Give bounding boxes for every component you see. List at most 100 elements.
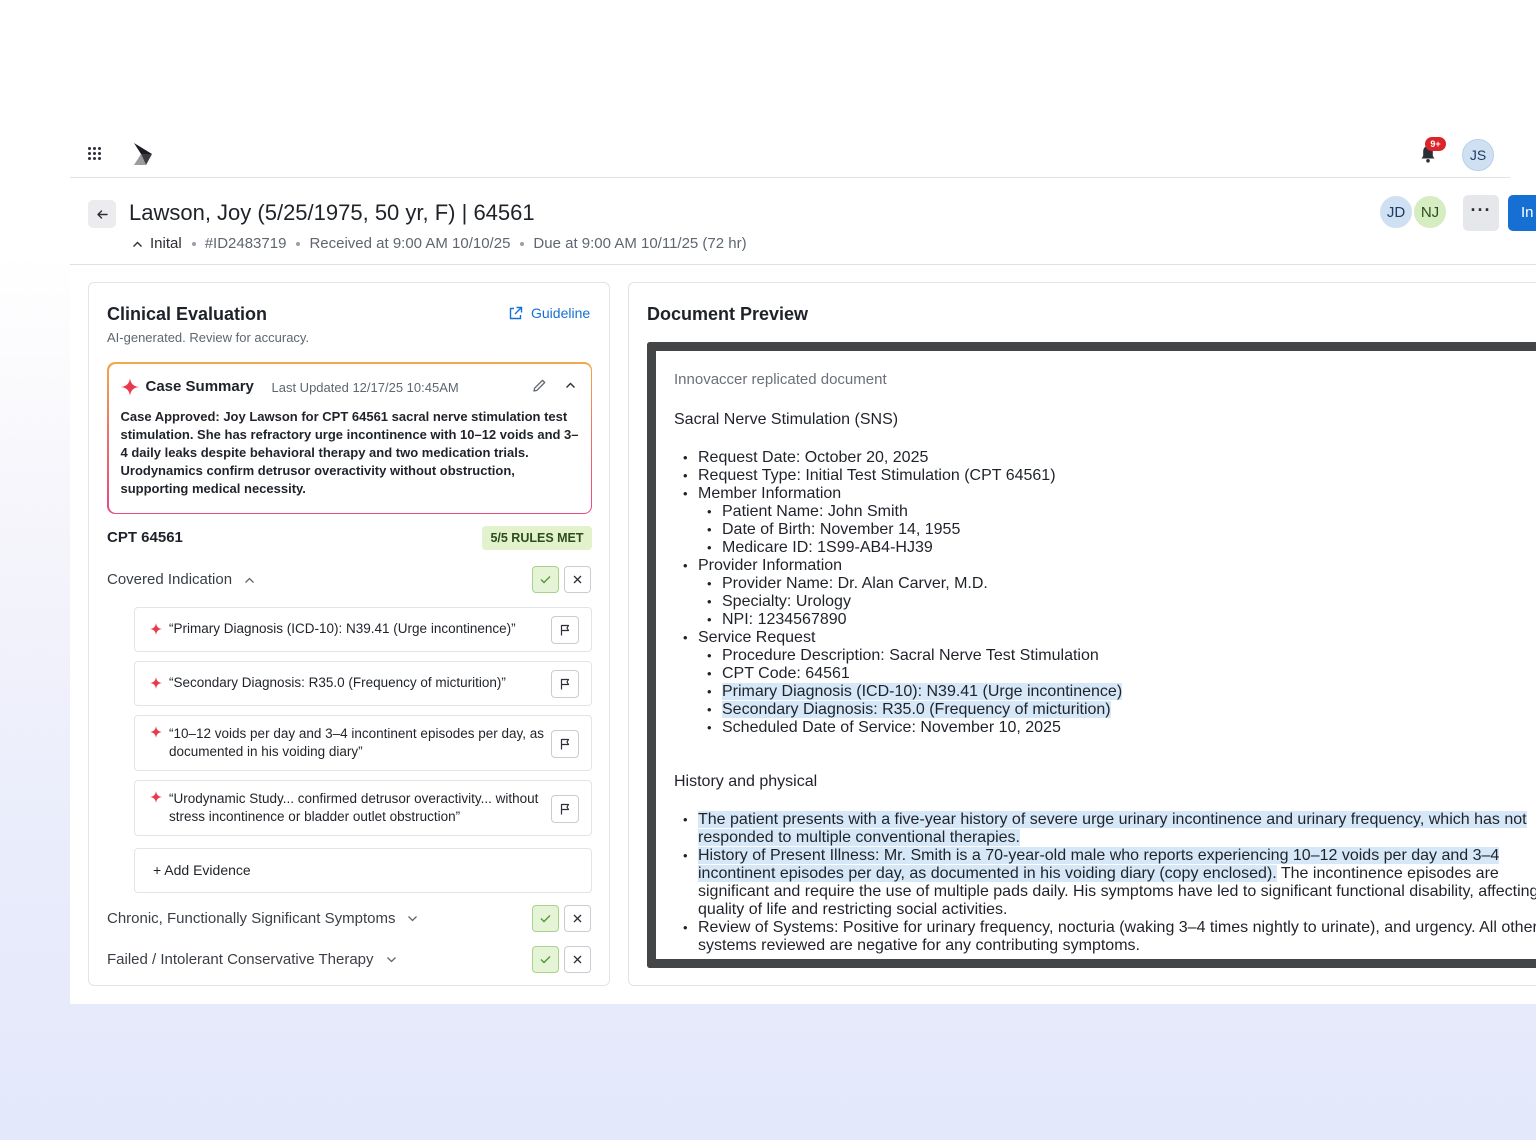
- close-icon: [573, 955, 582, 964]
- criterion-label: Covered Indication: [107, 571, 233, 588]
- highlighted-evidence[interactable]: The patient presents with a five-year hi…: [698, 811, 1527, 846]
- document-content: Innovaccer replicated document Sacral Ne…: [674, 371, 1536, 955]
- case-id: #ID2483719: [204, 235, 287, 252]
- close-icon: [573, 575, 582, 584]
- criterion-label: Failed / Intolerant Conservative Therapy: [107, 951, 374, 968]
- list-item: Service Request Procedure Description: S…: [674, 629, 1536, 737]
- received-time: Received at 9:00 AM 10/10/25: [309, 235, 511, 252]
- top-bar: 9+ JS: [70, 130, 1510, 178]
- criterion-failed-therapy: Failed / Intolerant Conservative Therapy: [107, 946, 592, 974]
- criterion-toggle[interactable]: Failed / Intolerant Conservative Therapy: [107, 951, 397, 968]
- assignee-avatar-jd[interactable]: JD: [1378, 194, 1414, 230]
- approve-criterion-button[interactable]: [532, 905, 559, 932]
- more-options-button[interactable]: ···: [1463, 195, 1499, 231]
- history-heading: History and physical: [674, 773, 818, 790]
- criterion-toggle[interactable]: Covered Indication: [107, 571, 255, 588]
- case-summary-title: Case Summary: [145, 377, 254, 395]
- chevron-up-icon: [245, 577, 255, 583]
- guideline-link[interactable]: Guideline: [508, 305, 590, 321]
- request-details-list: Request Date: October 20, 2025 Request T…: [674, 449, 1536, 737]
- evidence-text[interactable]: “Primary Diagnosis (ICD-10): N39.41 (Urg…: [169, 620, 544, 638]
- criterion-label: Chronic, Functionally Significant Sympto…: [107, 910, 396, 927]
- list-item: Scheduled Date of Service: November 10, …: [698, 719, 1536, 737]
- list-item: Specialty: Urology: [698, 593, 1536, 611]
- evidence-text[interactable]: “Urodynamic Study... confirmed detrusor …: [169, 790, 544, 826]
- section-label: Member Information: [698, 485, 842, 502]
- case-summary-updated: Last Updated 12/17/25 10:45AM: [271, 379, 459, 395]
- list-item: Primary Diagnosis (ICD-10): N39.41 (Urge…: [698, 683, 1536, 701]
- document-heading: Sacral Nerve Stimulation (SNS): [674, 411, 899, 428]
- list-item: Date of Birth: November 14, 1955: [698, 521, 1536, 539]
- chevron-down-icon: [408, 915, 418, 921]
- evidence-text[interactable]: “10–12 voids per day and 3–4 incontinent…: [169, 725, 544, 761]
- document-preview-panel: Document Preview Innovaccer replicated d…: [628, 282, 1536, 986]
- clinical-evaluation-subtitle: AI-generated. Review for accuracy.: [107, 330, 310, 345]
- flag-evidence-button[interactable]: [551, 795, 579, 823]
- approve-criterion-button[interactable]: [532, 946, 559, 973]
- evidence-item: “10–12 voids per day and 3–4 incontinent…: [134, 715, 592, 771]
- history-list: The patient presents with a five-year hi…: [674, 811, 1536, 955]
- check-icon: [540, 956, 551, 964]
- app-grid-icon[interactable]: [88, 147, 101, 160]
- due-time: Due at 9:00 AM 10/11/25 (72 hr): [533, 235, 747, 252]
- list-item: Request Type: Initial Test Stimulation (…: [674, 467, 1536, 485]
- ai-sparkle-icon: [150, 623, 162, 635]
- flag-evidence-button[interactable]: [551, 616, 579, 644]
- separator-dot: [520, 241, 525, 246]
- cpt-code-label: CPT 64561: [107, 529, 183, 546]
- highlighted-evidence[interactable]: Secondary Diagnosis: R35.0 (Frequency of…: [722, 701, 1111, 718]
- notification-count-badge: 9+: [1425, 137, 1446, 151]
- reject-criterion-button[interactable]: [564, 905, 591, 932]
- reject-criterion-button[interactable]: [564, 566, 591, 593]
- check-icon: [540, 576, 551, 584]
- add-evidence-button[interactable]: + Add Evidence: [134, 848, 592, 893]
- edit-pencil-icon[interactable]: [532, 378, 547, 393]
- section-label: Provider Information: [698, 557, 843, 574]
- list-item: Medicare ID: 1S99-AB4-HJ39: [698, 539, 1536, 557]
- guideline-label: Guideline: [531, 305, 591, 321]
- back-button[interactable]: [88, 200, 116, 228]
- app-window: 9+ JS Lawson, Joy (5/25/1975, 50 yr, F) …: [70, 130, 1536, 1004]
- evidence-text[interactable]: “Secondary Diagnosis: R35.0 (Frequency o…: [169, 674, 544, 692]
- document-viewer[interactable]: Innovaccer replicated document Sacral Ne…: [647, 342, 1536, 968]
- ai-sparkle-icon: [150, 677, 162, 689]
- rules-met-badge: 5/5 RULES MET: [482, 526, 592, 550]
- list-item: Provider Name: Dr. Alan Carver, M.D.: [698, 575, 1536, 593]
- flag-icon: [560, 624, 570, 636]
- user-avatar[interactable]: JS: [1462, 139, 1494, 171]
- flag-evidence-button[interactable]: [551, 670, 579, 698]
- clinical-evaluation-title: Clinical Evaluation: [107, 304, 268, 324]
- ai-sparkle-icon: [120, 377, 139, 396]
- case-meta: Inital #ID2483719 Received at 9:00 AM 10…: [132, 235, 757, 252]
- evidence-item: “Primary Diagnosis (ICD-10): N39.41 (Urg…: [134, 607, 592, 652]
- reject-criterion-button[interactable]: [564, 946, 591, 973]
- highlighted-evidence[interactable]: Primary Diagnosis (ICD-10): N39.41 (Urge…: [722, 683, 1123, 700]
- primary-action-button[interactable]: In: [1508, 195, 1536, 231]
- chevron-up-icon[interactable]: [132, 240, 143, 248]
- arrow-left-icon: [97, 210, 108, 219]
- case-stage[interactable]: Inital: [150, 235, 182, 252]
- separator-dot: [296, 241, 301, 246]
- criterion-chronic-symptoms: Chronic, Functionally Significant Sympto…: [107, 905, 592, 933]
- list-item: Patient Name: John Smith: [698, 503, 1536, 521]
- list-item: Review of Systems: Positive for urinary …: [674, 919, 1536, 955]
- case-header: Lawson, Joy (5/25/1975, 50 yr, F) | 6456…: [70, 179, 1536, 265]
- ai-sparkle-icon: [150, 791, 162, 803]
- list-item: Request Date: October 20, 2025: [674, 449, 1536, 467]
- assignee-avatar-nj[interactable]: NJ: [1412, 194, 1448, 230]
- page-title: Lawson, Joy (5/25/1975, 50 yr, F) | 6456…: [129, 200, 535, 225]
- case-summary-body: Case Approved: Joy Lawson for CPT 64561 …: [120, 408, 579, 496]
- evidence-item: “Secondary Diagnosis: R35.0 (Frequency o…: [134, 661, 592, 706]
- flag-evidence-button[interactable]: [551, 730, 579, 758]
- flag-icon: [560, 738, 570, 750]
- approve-criterion-button[interactable]: [532, 566, 559, 593]
- criterion-toggle[interactable]: Chronic, Functionally Significant Sympto…: [107, 910, 418, 927]
- section-label: Service Request: [698, 629, 816, 646]
- list-item: The patient presents with a five-year hi…: [674, 811, 1536, 847]
- document-preview-title: Document Preview: [647, 304, 809, 324]
- brand-logo[interactable]: [132, 142, 154, 166]
- list-item: History of Present Illness: Mr. Smith is…: [674, 847, 1536, 919]
- collapse-chevron-icon[interactable]: [565, 381, 576, 389]
- flag-icon: [560, 678, 570, 690]
- clinical-evaluation-panel: Clinical Evaluation AI-generated. Review…: [88, 282, 610, 986]
